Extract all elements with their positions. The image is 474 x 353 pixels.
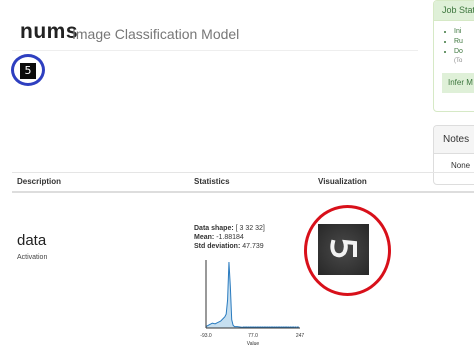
data-shape-value: [ 3 32 32] bbox=[235, 225, 265, 232]
mean-line: Mean: -1.88184 bbox=[194, 233, 265, 242]
value-histogram: -93.0 77.0 247 Value bbox=[200, 260, 305, 347]
x-tick-label: 77.0 bbox=[248, 333, 258, 339]
job-status-list: Ini Ru Do bbox=[434, 27, 474, 57]
notes-body: None bbox=[451, 161, 471, 170]
histogram-area bbox=[206, 262, 300, 328]
job-status-heading: Job Stat bbox=[434, 1, 474, 21]
column-header-description: Description bbox=[17, 177, 62, 186]
job-status-item: Ini bbox=[454, 27, 474, 37]
notes-panel: Notes None bbox=[433, 125, 474, 185]
data-shape-label: Data shape: bbox=[194, 225, 234, 232]
x-tick-label: -93.0 bbox=[200, 333, 212, 339]
std-label: Std deviation: bbox=[194, 243, 241, 250]
histogram-line bbox=[205, 261, 301, 329]
layer-name: data bbox=[17, 232, 47, 249]
layer-statistics: Data shape: [ 3 32 32] Mean: -1.88184 St… bbox=[194, 224, 265, 251]
header-divider bbox=[12, 50, 418, 51]
x-axis-label: Value bbox=[247, 341, 260, 347]
x-tick-label: 247 bbox=[296, 333, 305, 339]
table-top-divider bbox=[12, 172, 474, 173]
job-status-note: (To bbox=[454, 58, 463, 64]
infer-model-button[interactable]: Infer M bbox=[442, 73, 474, 93]
std-line: Std deviation: 47.739 bbox=[194, 242, 265, 251]
mean-value: -1.88184 bbox=[216, 234, 244, 241]
column-header-visualization: Visualization bbox=[318, 177, 367, 186]
data-shape-line: Data shape: [ 3 32 32] bbox=[194, 224, 265, 233]
layer-type: Activation bbox=[17, 254, 48, 261]
column-header-statistics: Statistics bbox=[194, 177, 230, 186]
red-annotation-circle bbox=[304, 205, 391, 296]
job-status-panel: Job Stat Ini Ru Do (To Infer M bbox=[433, 0, 474, 112]
blue-annotation-circle bbox=[11, 54, 45, 86]
model-type-subtitle: Image Classification Model bbox=[72, 26, 240, 42]
std-value: 47.739 bbox=[242, 243, 264, 250]
job-status-item: Ru bbox=[454, 37, 474, 47]
table-header-divider bbox=[12, 191, 474, 193]
job-status-item: Do bbox=[454, 47, 474, 57]
notes-heading: Notes bbox=[434, 126, 474, 154]
mean-label: Mean: bbox=[194, 234, 215, 241]
model-name: nums bbox=[20, 20, 79, 43]
